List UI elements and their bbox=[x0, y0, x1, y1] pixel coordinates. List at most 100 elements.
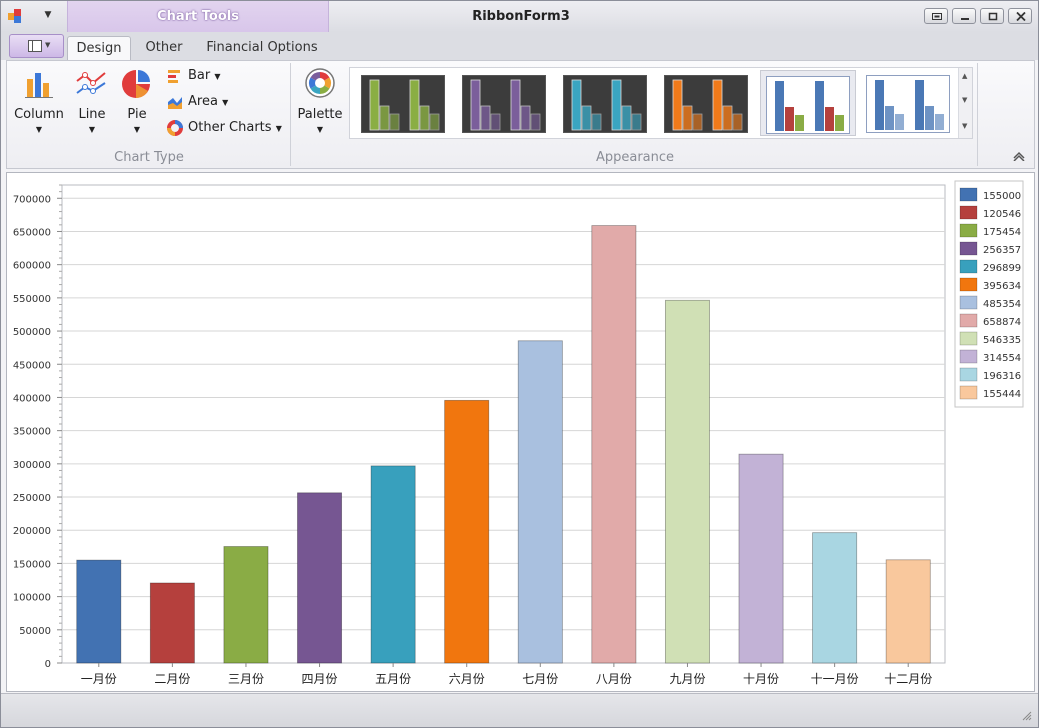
group-separator bbox=[290, 63, 291, 166]
collapse-ribbon-icon[interactable] bbox=[1012, 151, 1026, 164]
legend-item: 658874 bbox=[983, 317, 1021, 328]
context-tab-header: Chart Tools bbox=[67, 1, 329, 32]
y-tick-label: 600000 bbox=[13, 261, 51, 272]
bar-12 bbox=[885, 559, 931, 664]
gallery-scrollbar[interactable]: ▲ ▼ ▼ bbox=[958, 68, 972, 138]
bar-chart-button[interactable]: Bar ▼ bbox=[167, 65, 227, 87]
app-icon[interactable] bbox=[8, 9, 24, 25]
chevron-down-icon: ▼ bbox=[88, 125, 96, 134]
bar-9 bbox=[664, 299, 710, 664]
palette-icon bbox=[305, 68, 335, 98]
ribbon-tabs: ▼ Design Other Financial Options bbox=[1, 32, 1038, 61]
chevron-down-icon: ▼ bbox=[222, 98, 229, 107]
doughnut-chart-icon bbox=[167, 120, 183, 136]
chart-style-3[interactable] bbox=[558, 70, 654, 136]
legend-swatch bbox=[959, 205, 978, 220]
bar-5 bbox=[370, 465, 416, 664]
chart-style-4[interactable] bbox=[659, 70, 755, 136]
area-chart-button[interactable]: Area ▼ bbox=[167, 91, 229, 113]
x-tick-label: 六月份 bbox=[449, 672, 485, 686]
palette-button-label: Palette bbox=[297, 107, 343, 122]
bar-1 bbox=[76, 559, 122, 664]
group-separator bbox=[977, 63, 978, 166]
x-tick-label: 十月份 bbox=[743, 672, 779, 686]
chevron-down-icon: ▼ bbox=[275, 124, 282, 133]
maximize-button[interactable] bbox=[980, 8, 1004, 24]
x-tick-label: 八月份 bbox=[596, 672, 632, 686]
minimize-icon bbox=[961, 18, 969, 20]
x-tick-label: 十一月份 bbox=[811, 672, 859, 686]
window-title: RibbonForm3 bbox=[472, 9, 570, 24]
legend-swatch bbox=[959, 241, 978, 256]
y-tick-label: 400000 bbox=[13, 393, 51, 404]
y-tick-label: 250000 bbox=[13, 493, 51, 504]
appearance-group-label: Appearance bbox=[595, 150, 675, 165]
y-tick-label: 50000 bbox=[19, 626, 51, 637]
chart-style-6[interactable] bbox=[861, 70, 957, 136]
chart-style-2[interactable] bbox=[457, 70, 553, 136]
legend-swatch bbox=[959, 385, 978, 400]
fullscreen-button[interactable] bbox=[924, 8, 948, 24]
y-tick-label: 300000 bbox=[13, 460, 51, 471]
bar-4 bbox=[297, 492, 343, 664]
column-chart-button[interactable]: Column ▼ bbox=[9, 65, 69, 137]
line-button-label: Line bbox=[78, 107, 106, 122]
minimize-button[interactable] bbox=[952, 8, 976, 24]
legend-swatch bbox=[959, 295, 978, 310]
application-menu-button[interactable]: ▼ bbox=[9, 34, 64, 58]
other-charts-button[interactable]: Other Charts ▼ bbox=[167, 117, 282, 139]
chart-type-group-label: Chart Type bbox=[114, 150, 184, 165]
legend-swatch bbox=[959, 187, 978, 202]
legend-swatch bbox=[959, 277, 978, 292]
maximize-icon bbox=[988, 12, 998, 21]
tab-other[interactable]: Other bbox=[137, 36, 191, 60]
area-button-label: Area bbox=[188, 94, 218, 109]
fullscreen-icon bbox=[932, 13, 942, 20]
line-chart-icon bbox=[76, 72, 106, 94]
area-chart-icon bbox=[168, 97, 182, 109]
palette-button[interactable]: Palette ▼ bbox=[295, 65, 345, 137]
bar-6 bbox=[444, 399, 490, 664]
bar-8 bbox=[591, 225, 637, 664]
legend-item: 120546 bbox=[983, 209, 1021, 220]
legend-swatch bbox=[959, 349, 978, 364]
y-tick-label: 650000 bbox=[13, 227, 51, 238]
y-tick-label: 550000 bbox=[13, 294, 51, 305]
x-tick-label: 九月份 bbox=[669, 672, 705, 686]
other-charts-button-label: Other Charts bbox=[188, 120, 272, 135]
ribbon-panel: Column ▼ Line ▼ Pie ▼ Bar ▼ Area ▼ Other… bbox=[6, 60, 1035, 169]
pie-chart-icon bbox=[122, 70, 150, 98]
legend-item: 196316 bbox=[983, 371, 1021, 382]
line-chart-button[interactable]: Line ▼ bbox=[71, 65, 113, 137]
column-button-label: Column bbox=[14, 107, 64, 122]
context-tab-title: Chart Tools bbox=[157, 9, 239, 24]
gallery-expand-icon[interactable]: ▼ bbox=[962, 122, 967, 130]
bar-chart[interactable]: 0 50000 100000 150000 200000 250000 300000 3500… bbox=[7, 173, 1034, 691]
window-controls bbox=[924, 8, 1032, 24]
tab-design[interactable]: Design bbox=[67, 36, 131, 61]
resize-grip-icon[interactable] bbox=[1022, 711, 1032, 721]
legend-item: 296899 bbox=[983, 263, 1021, 274]
chart-style-5[interactable] bbox=[760, 70, 856, 136]
bar-3 bbox=[223, 546, 269, 664]
bar-11 bbox=[812, 532, 858, 664]
x-tick-label: 二月份 bbox=[154, 672, 190, 686]
legend-item: 155000 bbox=[983, 191, 1021, 202]
chevron-down-icon: ▼ bbox=[45, 41, 51, 49]
quick-access-dropdown-icon[interactable]: ▼ bbox=[41, 10, 55, 22]
close-button[interactable] bbox=[1008, 8, 1032, 24]
bar-2 bbox=[149, 582, 195, 664]
scroll-up-icon[interactable]: ▲ bbox=[962, 72, 967, 80]
y-tick-label: 150000 bbox=[13, 559, 51, 570]
bar-7 bbox=[517, 340, 563, 664]
chart-style-gallery: ▲ ▼ ▼ bbox=[349, 67, 973, 139]
legend-swatch bbox=[959, 313, 978, 328]
pie-chart-button[interactable]: Pie ▼ bbox=[115, 65, 159, 137]
bar-chart-icon bbox=[168, 70, 180, 83]
chart-style-1[interactable] bbox=[356, 70, 452, 136]
scroll-down-icon[interactable]: ▼ bbox=[962, 96, 967, 104]
legend-item: 314554 bbox=[983, 353, 1021, 364]
legend-swatch bbox=[959, 331, 978, 346]
tab-financial-options[interactable]: Financial Options bbox=[199, 36, 325, 60]
legend-swatch bbox=[959, 223, 978, 238]
